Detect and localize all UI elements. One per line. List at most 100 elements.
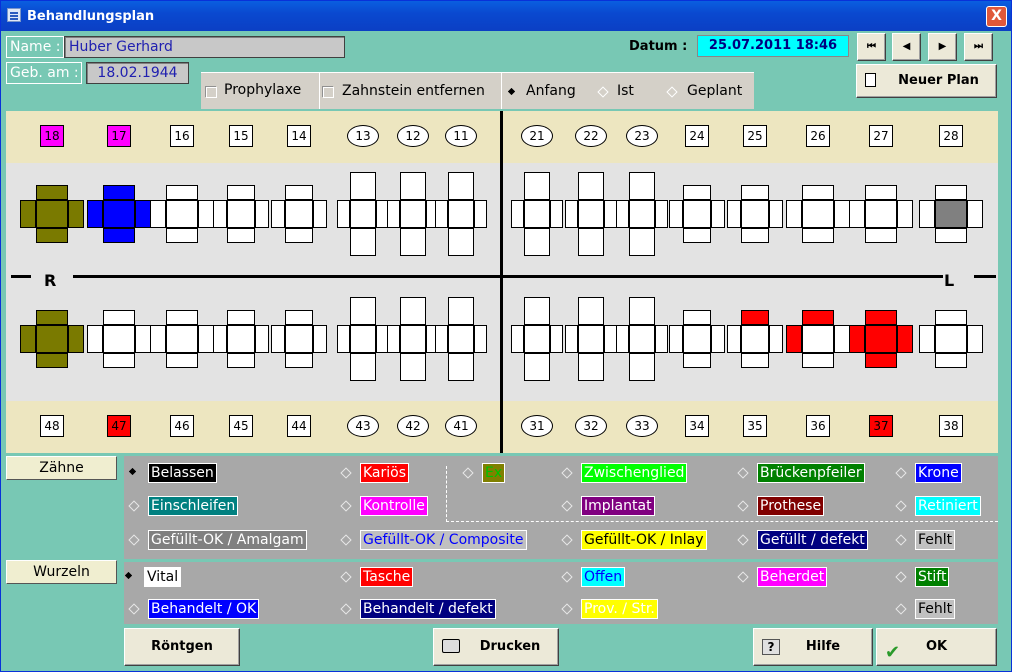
surface-left[interactable] bbox=[20, 325, 36, 353]
surface-center[interactable] bbox=[865, 200, 897, 228]
surface-top[interactable] bbox=[865, 185, 897, 200]
surface-right[interactable] bbox=[474, 200, 487, 228]
prophylaxe-checkbox[interactable] bbox=[206, 87, 217, 98]
surface-left[interactable] bbox=[150, 325, 166, 353]
surface-bottom[interactable] bbox=[935, 228, 967, 243]
surface-top[interactable] bbox=[741, 310, 769, 325]
legend-radio-belassen[interactable] bbox=[128, 467, 137, 476]
surface-center[interactable] bbox=[578, 200, 604, 228]
legend-retiniert[interactable]: Retiniert bbox=[915, 496, 981, 516]
legend-radio-gefüllt-ok-composite[interactable] bbox=[340, 534, 352, 546]
legend-radio-behandelt-defekt[interactable] bbox=[340, 603, 352, 615]
tooth-number-14[interactable]: 14 bbox=[287, 125, 311, 147]
surface-center[interactable] bbox=[802, 200, 834, 228]
tooth-number-22[interactable]: 22 bbox=[575, 125, 607, 147]
surface-bottom[interactable] bbox=[103, 353, 135, 368]
surface-top[interactable] bbox=[865, 310, 897, 325]
surface-center[interactable] bbox=[103, 200, 135, 228]
surface-top[interactable] bbox=[166, 185, 198, 200]
legend-kontrolle[interactable]: Kontrolle bbox=[360, 496, 428, 516]
tooth-number-11[interactable]: 11 bbox=[445, 125, 477, 147]
legend-radio-offen[interactable] bbox=[561, 571, 573, 583]
surface-right[interactable] bbox=[313, 325, 327, 353]
surface-right[interactable] bbox=[550, 325, 563, 353]
legend-krone[interactable]: Krone bbox=[915, 463, 962, 483]
tooth-number-33[interactable]: 33 bbox=[626, 415, 658, 437]
surface-right[interactable] bbox=[198, 325, 214, 353]
legend-fehlt[interactable]: Fehlt bbox=[915, 599, 956, 619]
surface-left[interactable] bbox=[786, 325, 802, 353]
legend-radio-fehlt[interactable] bbox=[895, 603, 907, 615]
tooth-number-38[interactable]: 38 bbox=[939, 415, 963, 437]
surface-left[interactable] bbox=[849, 325, 865, 353]
tooth-number-36[interactable]: 36 bbox=[806, 415, 830, 437]
tooth-number-42[interactable]: 42 bbox=[397, 415, 429, 437]
surface-left[interactable] bbox=[786, 200, 802, 228]
legend-radio-fehlt[interactable] bbox=[895, 534, 907, 546]
surface-top[interactable] bbox=[36, 185, 68, 200]
surface-right[interactable] bbox=[255, 325, 269, 353]
legend-radio-kariös[interactable] bbox=[340, 467, 352, 479]
surface-center[interactable] bbox=[227, 200, 255, 228]
surface-bottom[interactable] bbox=[350, 353, 376, 381]
surface-bottom[interactable] bbox=[524, 228, 550, 256]
legend-gefüllt-ok-composite[interactable]: Gefüllt-OK / Composite bbox=[360, 530, 527, 550]
surface-top[interactable] bbox=[227, 185, 255, 200]
surface-right[interactable] bbox=[68, 200, 84, 228]
surface-right[interactable] bbox=[255, 200, 269, 228]
tooth-number-17[interactable]: 17 bbox=[107, 125, 131, 147]
surface-bottom[interactable] bbox=[103, 228, 135, 243]
legend-behandelt-ok[interactable]: Behandelt / OK bbox=[148, 599, 260, 619]
surface-top[interactable] bbox=[350, 172, 376, 200]
hilfe-button[interactable]: ? Hilfe bbox=[753, 628, 873, 666]
surface-left[interactable] bbox=[337, 200, 350, 228]
tooth-number-37[interactable]: 37 bbox=[869, 415, 893, 437]
tooth-number-21[interactable]: 21 bbox=[521, 125, 553, 147]
surface-right[interactable] bbox=[68, 325, 84, 353]
legend-radio-gefüllt-ok-amalgam[interactable] bbox=[128, 534, 140, 546]
surface-bottom[interactable] bbox=[865, 353, 897, 368]
ok-button[interactable]: ✔ OK bbox=[876, 628, 997, 666]
surface-bottom[interactable] bbox=[741, 228, 769, 243]
surface-bottom[interactable] bbox=[166, 353, 198, 368]
surface-top[interactable] bbox=[683, 310, 711, 325]
legend-stift[interactable]: Stift bbox=[915, 567, 950, 587]
surface-center[interactable] bbox=[166, 200, 198, 228]
surface-right[interactable] bbox=[655, 325, 668, 353]
tooth-number-13[interactable]: 13 bbox=[347, 125, 379, 147]
tooth-number-34[interactable]: 34 bbox=[685, 415, 709, 437]
surface-center[interactable] bbox=[350, 325, 376, 353]
wurzeln-button[interactable]: Wurzeln bbox=[6, 560, 117, 584]
surface-center[interactable] bbox=[683, 200, 711, 228]
surface-bottom[interactable] bbox=[578, 353, 604, 381]
surface-right[interactable] bbox=[834, 325, 850, 353]
surface-right[interactable] bbox=[967, 325, 983, 353]
surface-left[interactable] bbox=[20, 200, 36, 228]
tooth-number-18[interactable]: 18 bbox=[40, 125, 64, 147]
surface-bottom[interactable] bbox=[227, 353, 255, 368]
legend-radio-kontrolle[interactable] bbox=[340, 500, 352, 512]
surface-right[interactable] bbox=[711, 325, 725, 353]
surface-top[interactable] bbox=[448, 172, 474, 200]
surface-center[interactable] bbox=[400, 200, 426, 228]
anfang-radio[interactable] bbox=[507, 87, 516, 96]
surface-right[interactable] bbox=[711, 200, 725, 228]
legend-radio-stift[interactable] bbox=[895, 571, 907, 583]
tooth-number-48[interactable]: 48 bbox=[40, 415, 64, 437]
surface-left[interactable] bbox=[616, 325, 629, 353]
surface-right[interactable] bbox=[550, 200, 563, 228]
legend-ex[interactable]: Ex bbox=[482, 463, 506, 483]
surface-bottom[interactable] bbox=[448, 353, 474, 381]
surface-center[interactable] bbox=[629, 325, 655, 353]
legend-radio-zwischenglied[interactable] bbox=[561, 467, 573, 479]
surface-right[interactable] bbox=[135, 325, 151, 353]
tooth-number-35[interactable]: 35 bbox=[743, 415, 767, 437]
legend-kariös[interactable]: Kariös bbox=[360, 463, 410, 483]
legend-radio-ex[interactable] bbox=[462, 467, 474, 479]
surface-top[interactable] bbox=[629, 297, 655, 325]
tooth-number-12[interactable]: 12 bbox=[397, 125, 429, 147]
legend-radio-vital[interactable] bbox=[124, 571, 133, 580]
surface-right[interactable] bbox=[897, 325, 913, 353]
legend-brückenpfeiler[interactable]: Brückenpfeiler bbox=[757, 463, 865, 483]
surface-top[interactable] bbox=[400, 172, 426, 200]
